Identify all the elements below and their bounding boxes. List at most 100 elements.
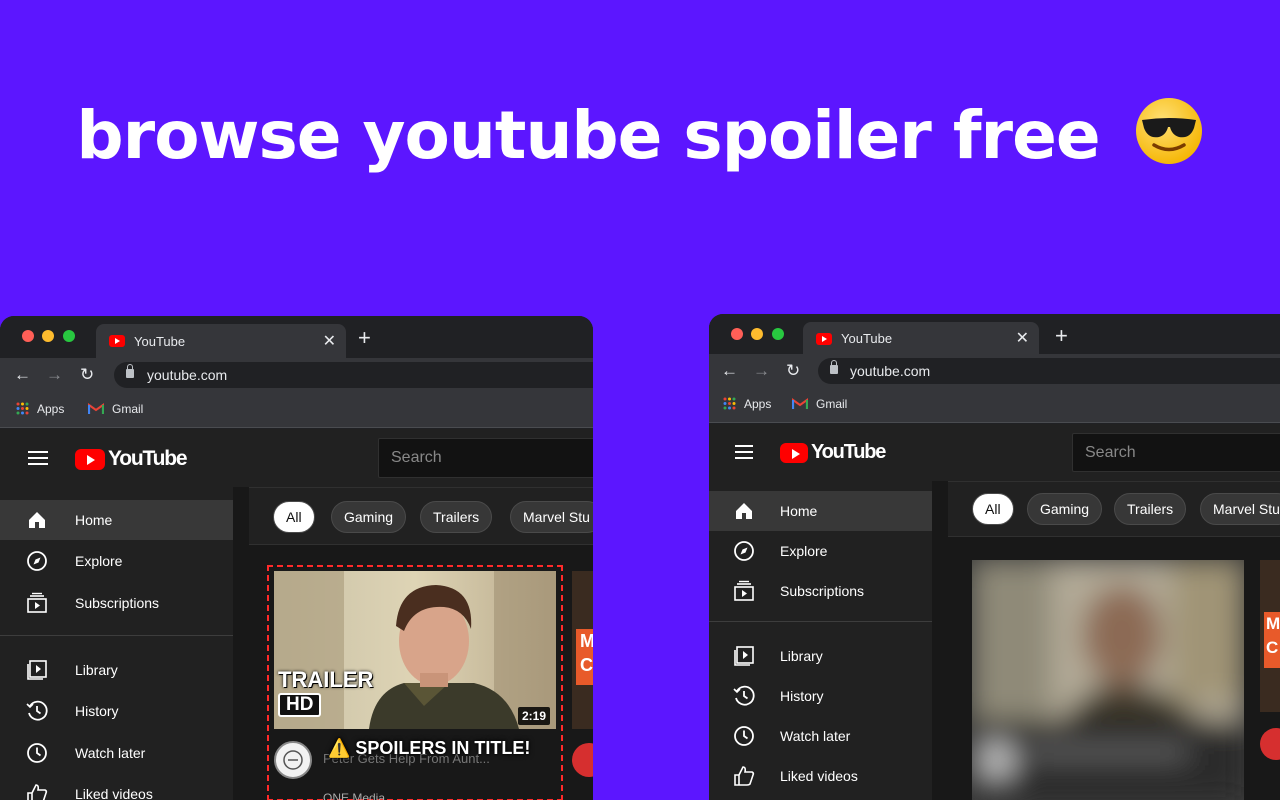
window-minimize-dot[interactable] xyxy=(751,328,763,340)
sidebar-item-library[interactable]: Library xyxy=(0,650,233,690)
youtube-play-icon xyxy=(75,448,105,470)
bookmark-apps-label: Apps xyxy=(744,397,772,411)
next-video-thumbnail[interactable]: M C xyxy=(1260,560,1280,712)
duration-badge: 2:19 xyxy=(517,707,550,725)
chip-trailers[interactable]: Trailers xyxy=(420,501,493,533)
sidebar-item-label: Explore xyxy=(780,543,828,559)
sidebar-item-explore[interactable]: Explore xyxy=(0,541,233,581)
address-bar[interactable]: youtube.com xyxy=(818,358,1280,384)
chip-gaming[interactable]: Gaming xyxy=(331,501,407,533)
search-input[interactable] xyxy=(379,439,593,477)
next-channel-avatar[interactable] xyxy=(1260,728,1280,760)
next-video-thumbnail[interactable]: M C xyxy=(572,571,593,729)
window-maximize-dot[interactable] xyxy=(63,330,75,342)
menu-icon[interactable] xyxy=(735,445,753,459)
reload-icon[interactable]: ↻ xyxy=(786,361,800,381)
bookmark-gmail[interactable]: Gmail xyxy=(88,402,143,416)
search-box[interactable] xyxy=(378,438,593,478)
gmail-icon xyxy=(792,398,808,409)
browser-tab[interactable]: YouTube ✕ xyxy=(803,322,1039,354)
sidebar-item-subscriptions[interactable]: Subscriptions xyxy=(0,583,233,623)
sidebar-item-label: Subscriptions xyxy=(75,595,160,611)
subscriptions-icon xyxy=(733,580,755,602)
lock-icon xyxy=(830,360,838,374)
sidebar-item-label: Liked videos xyxy=(75,786,153,800)
sidebar-item-label: Watch later xyxy=(780,728,851,744)
bookmark-gmail[interactable]: Gmail xyxy=(792,397,847,411)
address-bar[interactable]: youtube.com xyxy=(114,362,593,388)
chip-all[interactable]: All xyxy=(273,501,315,533)
browser-tab[interactable]: YouTube ✕ xyxy=(96,324,346,358)
window-maximize-dot[interactable] xyxy=(772,328,784,340)
browser-window-left: YouTube ✕ + ← → ↻ youtube.com Apps Gmail xyxy=(0,316,593,800)
sidebar-item-liked-videos[interactable]: Liked videos xyxy=(0,774,233,800)
clock-icon xyxy=(733,725,755,747)
thumb-text-hd: HD xyxy=(278,693,322,717)
apps-grid-icon xyxy=(723,397,736,410)
chip-trailers[interactable]: Trailers xyxy=(1114,493,1187,525)
window-close-dot[interactable] xyxy=(731,328,743,340)
chip-marvel[interactable]: Marvel Stu xyxy=(1200,493,1280,525)
youtube-logo[interactable]: YouTube xyxy=(780,441,886,464)
sidebar-divider xyxy=(0,635,233,636)
masthead: YouTube xyxy=(709,424,1280,481)
next-thumb-text: M xyxy=(580,631,593,651)
sidebar-item-explore[interactable]: Explore xyxy=(709,531,932,571)
search-box[interactable] xyxy=(1072,433,1280,472)
sidebar-item-home[interactable]: Home xyxy=(709,491,932,531)
forward-arrow-icon[interactable]: → xyxy=(753,361,770,381)
home-icon xyxy=(26,509,48,531)
tab-close-icon[interactable]: ✕ xyxy=(323,331,336,351)
sidebar-item-library[interactable]: Library xyxy=(709,636,932,676)
search-input[interactable] xyxy=(1073,434,1280,471)
channel-avatar[interactable] xyxy=(274,741,312,779)
chip-bar: All Gaming Trailers Marvel Stu xyxy=(249,487,593,545)
youtube-logo-text: YouTube xyxy=(108,447,188,470)
bookmarks-bar: Apps Gmail xyxy=(709,388,1280,423)
chip-bar: All Gaming Trailers Marvel Stu xyxy=(948,481,1280,537)
menu-icon[interactable] xyxy=(28,451,48,465)
next-channel-avatar[interactable] xyxy=(572,743,593,777)
bookmark-apps[interactable]: Apps xyxy=(723,397,771,411)
chip-all[interactable]: All xyxy=(972,493,1014,525)
tab-close-icon[interactable]: ✕ xyxy=(1016,328,1029,348)
sidebar-item-watch-later[interactable]: Watch later xyxy=(0,733,233,773)
sidebar-item-label: Library xyxy=(780,648,823,664)
headline-text: browse youtube spoiler free xyxy=(76,97,1100,174)
chip-gaming[interactable]: Gaming xyxy=(1027,493,1103,525)
sidebar-item-history[interactable]: History xyxy=(709,676,932,716)
youtube-logo[interactable]: YouTube xyxy=(75,447,188,471)
youtube-play-icon xyxy=(780,442,808,463)
spoiler-warning-label: ⚠️ SPOILERS IN TITLE! xyxy=(328,738,531,758)
window-minimize-dot[interactable] xyxy=(42,330,54,342)
reload-icon[interactable]: ↻ xyxy=(80,365,94,385)
channel-name[interactable]: ONE Media xyxy=(323,791,385,800)
sidebar-item-home[interactable]: Home xyxy=(0,500,233,540)
sidebar-item-watch-later[interactable]: Watch later xyxy=(709,716,932,756)
sidebar-item-label: Home xyxy=(780,503,818,519)
tab-title: YouTube xyxy=(841,331,893,346)
youtube-app: YouTube Home Explore xyxy=(709,424,1280,800)
sidebar-item-subscriptions[interactable]: Subscriptions xyxy=(709,571,932,611)
new-tab-button[interactable]: + xyxy=(358,327,371,349)
back-arrow-icon[interactable]: ← xyxy=(721,361,738,381)
window-close-dot[interactable] xyxy=(22,330,34,342)
back-arrow-icon[interactable]: ← xyxy=(14,365,31,385)
apps-grid-icon xyxy=(16,402,29,415)
url-text: youtube.com xyxy=(850,363,931,379)
next-thumb-text: M xyxy=(1266,614,1280,633)
bookmark-apps[interactable]: Apps xyxy=(16,402,64,416)
blurred-video-card[interactable] xyxy=(972,560,1244,800)
history-icon xyxy=(26,700,48,722)
bookmark-apps-label: Apps xyxy=(37,402,65,416)
sidebar-item-history[interactable]: History xyxy=(0,691,233,731)
thumbs-up-icon xyxy=(733,765,755,787)
chip-marvel[interactable]: Marvel Stu xyxy=(510,501,593,533)
youtube-favicon-icon xyxy=(109,335,125,347)
sidebar-item-liked-videos[interactable]: Liked videos xyxy=(709,756,932,796)
video-thumbnail[interactable]: TRAILER HD 2:19 xyxy=(274,571,556,729)
bookmark-gmail-label: Gmail xyxy=(816,397,848,411)
new-tab-button[interactable]: + xyxy=(1055,325,1068,347)
sidebar-item-label: Explore xyxy=(75,553,123,569)
forward-arrow-icon[interactable]: → xyxy=(46,365,63,385)
